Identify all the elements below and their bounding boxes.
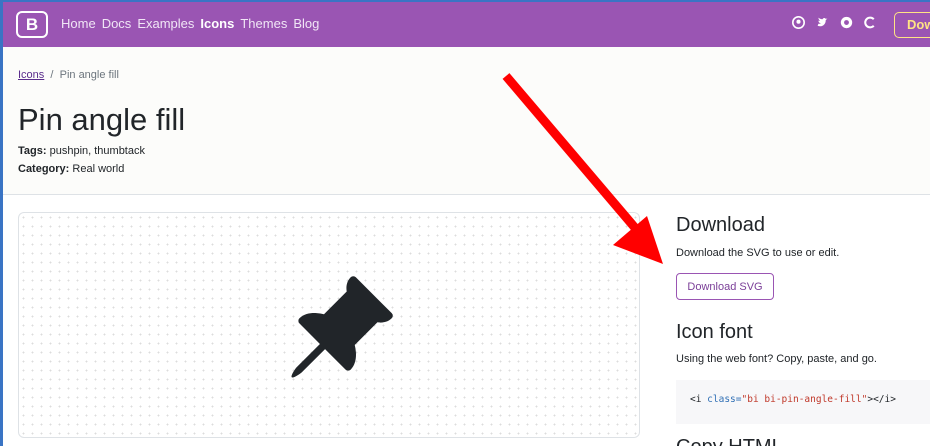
breadcrumb-current: Pin angle fill bbox=[59, 69, 119, 81]
tags-line: Tags: pushpin, thumbtack bbox=[18, 145, 145, 157]
breadcrumb-icons-link[interactable]: Icons bbox=[18, 69, 44, 81]
copy-html-heading: Copy HTML bbox=[676, 436, 783, 446]
bootstrap-logo[interactable]: B bbox=[16, 11, 48, 38]
nav-home[interactable]: Home bbox=[61, 16, 96, 31]
icon-preview-panel bbox=[18, 212, 640, 438]
download-svg-button[interactable]: Download SVG bbox=[676, 273, 774, 300]
nav-social-icons bbox=[791, 15, 877, 29]
page-header: Icons / Pin angle fill Pin angle fill Ta… bbox=[3, 47, 930, 195]
browser-frame: B Home Docs Examples Icons Themes Blog D… bbox=[0, 0, 930, 446]
twitter-icon[interactable] bbox=[815, 15, 829, 29]
opencollective-icon[interactable] bbox=[839, 15, 853, 29]
pin-angle-fill-icon bbox=[291, 276, 393, 378]
breadcrumb: Icons / Pin angle fill bbox=[18, 69, 119, 81]
nav-blog[interactable]: Blog bbox=[293, 16, 319, 31]
category-line: Category: Real world bbox=[18, 163, 124, 175]
category-label: Category: bbox=[18, 163, 70, 175]
tags-label: Tags: bbox=[18, 145, 47, 157]
page-title: Pin angle fill bbox=[18, 102, 186, 137]
icon-font-description: Using the web font? Copy, paste, and go. bbox=[676, 353, 877, 365]
navbar-download-button[interactable]: Down bbox=[894, 12, 930, 38]
category-value: Real world bbox=[72, 163, 125, 175]
github-icon[interactable] bbox=[791, 15, 805, 29]
nav-links: Home Docs Examples Icons Themes Blog bbox=[61, 16, 325, 31]
download-heading: Download bbox=[676, 214, 765, 236]
icon-font-code-snippet[interactable]: <i class="bi bi-pin-angle-fill"></i> bbox=[676, 380, 930, 424]
nav-icons[interactable]: Icons bbox=[200, 16, 234, 31]
download-description: Download the SVG to use or edit. bbox=[676, 247, 840, 259]
navbar: B Home Docs Examples Icons Themes Blog D… bbox=[3, 2, 930, 47]
tags-value: pushpin, thumbtack bbox=[49, 145, 145, 157]
nav-docs[interactable]: Docs bbox=[102, 16, 132, 31]
nav-themes[interactable]: Themes bbox=[240, 16, 287, 31]
breadcrumb-separator: / bbox=[50, 69, 54, 81]
nav-examples[interactable]: Examples bbox=[137, 16, 194, 31]
slack-icon[interactable] bbox=[863, 15, 877, 29]
icon-font-heading: Icon font bbox=[676, 321, 753, 343]
